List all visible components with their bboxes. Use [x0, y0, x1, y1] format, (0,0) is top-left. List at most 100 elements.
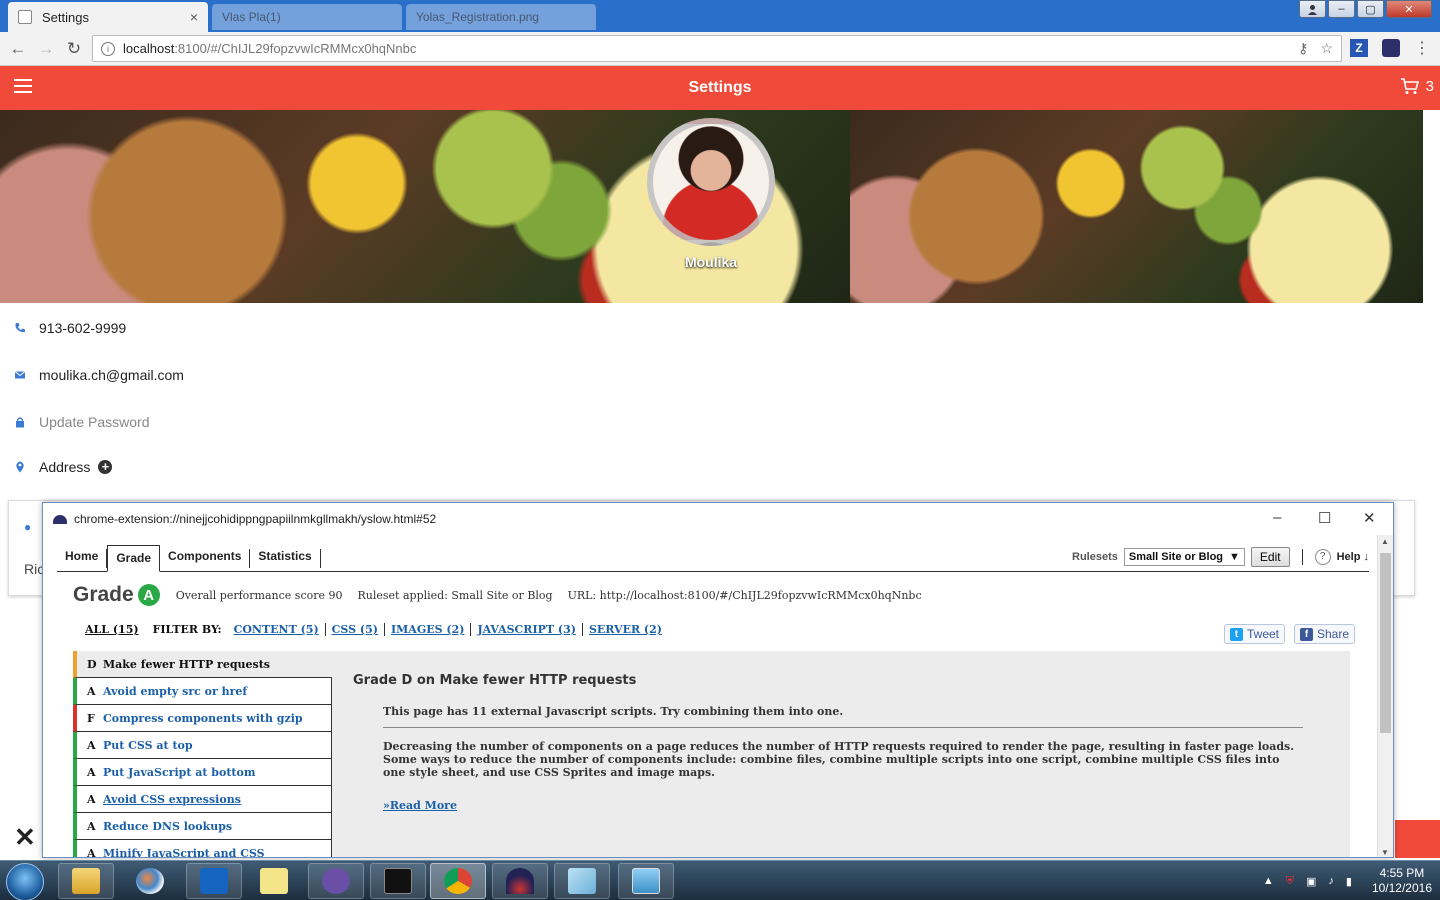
taskbar-outlook[interactable]: [186, 863, 242, 899]
address-item[interactable]: Address +: [14, 459, 113, 475]
rule-grade: A: [87, 846, 96, 858]
browser-tab-3[interactable]: Yolas_Registration.png: [406, 4, 596, 30]
browser-toolbar: ← → ↻ i localhost :8100/#/ChIJL29fopzvwI…: [0, 32, 1440, 66]
filter-content-link[interactable]: CONTENT (5): [234, 623, 326, 636]
banner-image-right: [850, 110, 1423, 303]
clock-time: 4:55 PM: [1379, 866, 1425, 880]
rule-item[interactable]: F Compress components with gzip: [73, 705, 332, 732]
clock[interactable]: 4:55 PM 10/12/2016: [1372, 866, 1432, 896]
show-hidden-icons-icon[interactable]: ▲: [1263, 875, 1274, 887]
filter-css-link[interactable]: CSS (5): [332, 623, 385, 636]
popup-maximize-button[interactable]: ☐: [1318, 509, 1331, 527]
rule-grade: A: [87, 738, 96, 752]
browser-tab-2[interactable]: Vlas Pla(1): [212, 4, 402, 30]
rule-finding: This page has 11 external Javascript scr…: [383, 705, 1303, 728]
rule-item[interactable]: A Reduce DNS lookups: [73, 813, 332, 840]
user-profile-button[interactable]: [1299, 0, 1326, 18]
window-close-button[interactable]: ✕: [1386, 0, 1432, 18]
help-button[interactable]: Help ↓: [1337, 551, 1369, 563]
popup-close-button[interactable]: ✕: [1363, 509, 1376, 527]
filter-images-link[interactable]: IMAGES (2): [391, 623, 472, 636]
taskbar-github[interactable]: [308, 863, 364, 899]
scroll-up-icon[interactable]: ▲: [1381, 537, 1389, 546]
scrollbar-thumb[interactable]: [1380, 553, 1391, 733]
popup-titlebar: chrome-extension://ninejjcohidippngpapii…: [43, 503, 1393, 535]
cart-button[interactable]: 3: [1400, 77, 1434, 95]
photo-viewer-icon: [632, 868, 660, 894]
popup-scrollbar[interactable]: ▲ ▼: [1377, 535, 1393, 857]
rule-grade: F: [87, 711, 95, 725]
shield-icon[interactable]: ⛨: [1286, 875, 1294, 888]
bookmark-star-icon[interactable]: ☆: [1320, 40, 1333, 57]
yslow-extension-icon[interactable]: [1382, 39, 1400, 57]
read-more-link[interactable]: »Read More: [383, 799, 457, 812]
taskbar-notes[interactable]: [246, 863, 302, 899]
paint-icon: [136, 868, 164, 894]
taskbar-notepad[interactable]: [554, 863, 610, 899]
volume-icon[interactable]: ♪: [1328, 875, 1334, 887]
phone-item[interactable]: 913-602-9999: [14, 320, 126, 336]
hamburger-menu-icon[interactable]: [14, 79, 32, 97]
taskbar-photos[interactable]: [618, 863, 674, 899]
filter-all-link[interactable]: ALL (15): [85, 623, 139, 636]
network-signal-icon[interactable]: ▮: [1346, 875, 1352, 888]
edit-button[interactable]: Edit: [1250, 547, 1290, 567]
window-minimize-button[interactable]: –: [1328, 0, 1355, 18]
ruleset-applied: Ruleset applied: Small Site or Blog: [357, 588, 553, 602]
reload-button[interactable]: ↻: [60, 39, 88, 59]
tab-grade[interactable]: Grade: [107, 545, 161, 572]
red-action-button[interactable]: [1395, 820, 1440, 858]
update-password-item[interactable]: Update Password: [14, 414, 150, 430]
taskbar-explorer[interactable]: [58, 863, 114, 899]
taskbar-speedometer[interactable]: [492, 863, 548, 899]
analyzed-url: URL: http://localhost:8100/#/ChIJL29fopz…: [567, 588, 922, 602]
add-address-icon[interactable]: +: [98, 460, 113, 474]
help-icon[interactable]: ?: [1314, 549, 1331, 565]
taskbar-paint[interactable]: [122, 863, 178, 899]
phone-icon: [15, 323, 25, 333]
scroll-down-icon[interactable]: ▼: [1381, 848, 1389, 857]
window-maximize-button[interactable]: ▢: [1357, 0, 1384, 18]
tweet-button[interactable]: t Tweet: [1224, 624, 1286, 644]
address-bar[interactable]: i localhost :8100/#/ChIJL29fopzvwIcRMMcx…: [92, 35, 1342, 62]
rule-item[interactable]: A Put CSS at top: [73, 732, 332, 759]
tab-close-icon[interactable]: ×: [190, 9, 198, 25]
email-item[interactable]: moulika.ch@gmail.com: [14, 367, 184, 383]
back-button[interactable]: ←: [4, 39, 32, 59]
ruleset-select[interactable]: Small Site or Blog ▼: [1123, 548, 1245, 566]
tab-components[interactable]: Components: [160, 549, 251, 568]
popup-minimize-button[interactable]: –: [1273, 509, 1281, 526]
rule-item[interactable]: A Avoid CSS expressions: [73, 786, 332, 813]
device-icon[interactable]: ▣: [1306, 875, 1316, 888]
filter-server-link[interactable]: SERVER (2): [589, 623, 668, 636]
rule-item[interactable]: A Put JavaScript at bottom: [73, 759, 332, 786]
rule-description: Decreasing the number of components on a…: [383, 740, 1295, 779]
start-button[interactable]: [6, 863, 44, 900]
close-icon[interactable]: ✕: [14, 822, 36, 853]
avatar[interactable]: [647, 118, 775, 246]
page-title: Settings: [688, 79, 752, 96]
yslow-nav: Home Grade Components Statistics Ruleset…: [57, 545, 1369, 572]
tab-statistics[interactable]: Statistics: [250, 549, 321, 568]
clock-date: 10/12/2016: [1371, 881, 1432, 895]
taskbar-chrome[interactable]: [430, 863, 486, 899]
taskbar-cmd[interactable]: [370, 863, 426, 899]
key-icon[interactable]: ⚷: [1298, 40, 1308, 57]
rule-item[interactable]: D Make fewer HTTP requests: [73, 651, 332, 678]
grade-panel: D Make fewer HTTP requests A Avoid empty…: [73, 651, 1350, 858]
zotero-extension-icon[interactable]: Z: [1350, 39, 1368, 57]
share-button[interactable]: f Share: [1294, 624, 1356, 644]
info-icon[interactable]: i: [101, 41, 115, 56]
outlook-icon: [200, 868, 228, 894]
rule-detail: Grade D on Make fewer HTTP requests This…: [353, 673, 1303, 812]
rule-item[interactable]: A Avoid empty src or href: [73, 678, 332, 705]
tab-home[interactable]: Home: [57, 549, 108, 568]
filter-javascript-link[interactable]: JAVASCRIPT (3): [477, 623, 583, 636]
forward-button[interactable]: →: [32, 39, 60, 59]
browser-menu-icon[interactable]: ⋮: [1414, 38, 1430, 58]
taskbar: ▲ ⛨ ▣ ♪ ▮ 4:55 PM 10/12/2016: [0, 860, 1440, 900]
browser-tab-settings[interactable]: Settings ×: [8, 2, 208, 32]
rulesets-label: Rulesets: [1072, 551, 1118, 563]
rule-item[interactable]: A Minify JavaScript and CSS: [73, 840, 332, 858]
mail-icon: [14, 371, 26, 379]
